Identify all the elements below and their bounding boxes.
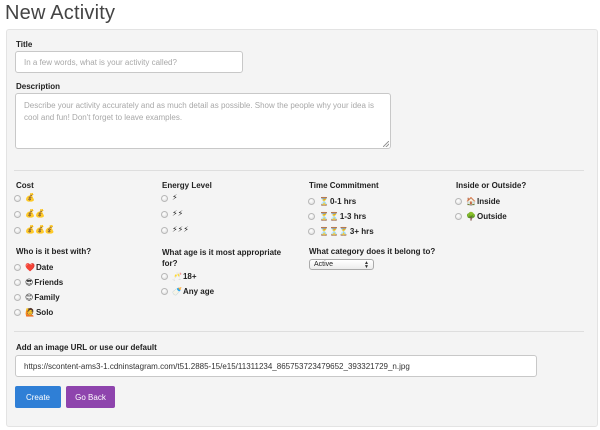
audience-option-text: Friends [34,278,64,287]
lightning-icon: ⚡⚡ [172,209,184,218]
time-option-3[interactable]: ⏳⏳⏳ 3+ hrs [308,227,374,236]
resize-grip-icon[interactable] [383,141,389,147]
time-option-1[interactable]: ⏳ 0-1 hrs [308,197,356,206]
radio-button[interactable] [161,288,168,295]
radio-button[interactable] [14,210,21,218]
house-icon: 🏠 [466,196,476,206]
smiley-face-icon: 😊 [25,292,34,302]
cost-option-2[interactable]: 💰💰 [14,210,46,218]
energy-option-1[interactable]: ⚡ [161,194,179,202]
lightning-icon: ⚡ [172,193,178,202]
hourglass-icon: ⏳ [319,196,329,206]
energy-label: Energy Level [162,181,212,190]
radio-button[interactable] [308,198,315,205]
radio-button[interactable] [14,294,21,301]
baby-bottle-icon: 🍼 [172,286,182,296]
money-bag-icon: 💰💰 [25,209,45,218]
radio-button[interactable] [308,213,315,220]
audience-option-solo[interactable]: 🙋 Solo [14,308,53,317]
age-option-adult[interactable]: 🥂 18+ [161,272,197,281]
person-raising-hand-icon: 🙋 [25,307,35,317]
go-back-button[interactable]: Go Back [66,386,115,408]
hourglass-icon: ⏳⏳ [319,211,339,221]
image-url-input[interactable]: https://scontent-ams3-1.cdninstagram.com… [15,355,537,377]
audience-label: Who is it best with? [16,247,92,256]
image-url-label: Add an image URL or use our default [16,343,157,352]
radio-button[interactable] [161,226,168,234]
money-bag-icon: 💰 [25,193,35,202]
audience-option-text: Family [34,293,60,302]
title-input[interactable]: In a few words, what is your activity ca… [15,51,243,73]
audience-option-text: Solo [35,308,54,317]
lightning-icon: ⚡⚡⚡ [172,225,189,234]
radio-button[interactable] [455,213,462,220]
create-button[interactable]: Create [15,386,61,408]
time-option-text: 0-1 hrs [329,197,357,206]
divider [14,331,584,332]
audience-option-date[interactable]: ❤️ Date [14,263,53,272]
time-option-text: 3+ hrs [349,227,374,236]
energy-option-3[interactable]: ⚡⚡⚡ [161,226,190,234]
age-option-text: Any age [182,287,215,296]
location-option-text: Inside [476,197,501,206]
energy-option-2[interactable]: ⚡⚡ [161,210,184,218]
category-selected-value: Active [314,261,334,268]
category-select[interactable]: Active ▲ ▼ [309,259,374,270]
location-option-outside[interactable]: 🌳 Outside [455,212,507,221]
divider [14,170,584,171]
cost-option-1[interactable]: 💰 [14,194,36,202]
radio-button[interactable] [14,279,21,286]
radio-button[interactable] [14,264,21,271]
radio-button[interactable] [14,226,21,234]
time-option-text: 1-3 hrs [339,212,367,221]
radio-button[interactable] [14,309,21,316]
age-option-any[interactable]: 🍼 Any age [161,287,214,296]
radio-button[interactable] [455,198,462,205]
category-label: What category does it belong to? [309,247,436,256]
radio-button[interactable] [308,228,315,235]
radio-button[interactable] [161,273,168,280]
title-label: Title [16,40,33,49]
cost-option-3[interactable]: 💰💰💰 [14,226,56,234]
description-placeholder: Describe your activity accurately and as… [24,101,374,122]
radio-button[interactable] [161,194,168,202]
age-label: What age is it most appropriate for? [162,248,282,268]
description-textarea[interactable]: Describe your activity accurately and as… [15,93,391,149]
tree-icon: 🌳 [466,211,476,221]
select-arrows-icon: ▲ ▼ [364,259,369,270]
champagne-icon: 🥂 [172,271,182,281]
time-option-2[interactable]: ⏳⏳ 1-3 hrs [308,212,366,221]
description-label: Description [16,82,61,91]
audience-option-friends[interactable]: 😎 Friends [14,278,63,287]
audience-option-text: Date [35,263,54,272]
age-option-text: 18+ [182,272,197,281]
sunglasses-face-icon: 😎 [25,277,34,287]
location-label: Inside or Outside? [456,181,527,190]
heart-icon: ❤️ [25,262,35,272]
money-bag-icon: 💰💰💰 [25,225,55,234]
cost-label: Cost [16,181,34,190]
time-label: Time Commitment [309,181,379,190]
location-option-inside[interactable]: 🏠 Inside [455,197,500,206]
radio-button[interactable] [161,210,168,218]
hourglass-icon: ⏳⏳⏳ [319,226,349,236]
radio-button[interactable] [14,194,21,202]
location-option-text: Outside [476,212,507,221]
page-title: New Activity [5,2,116,24]
audience-option-family[interactable]: 😊 Family [14,293,60,302]
